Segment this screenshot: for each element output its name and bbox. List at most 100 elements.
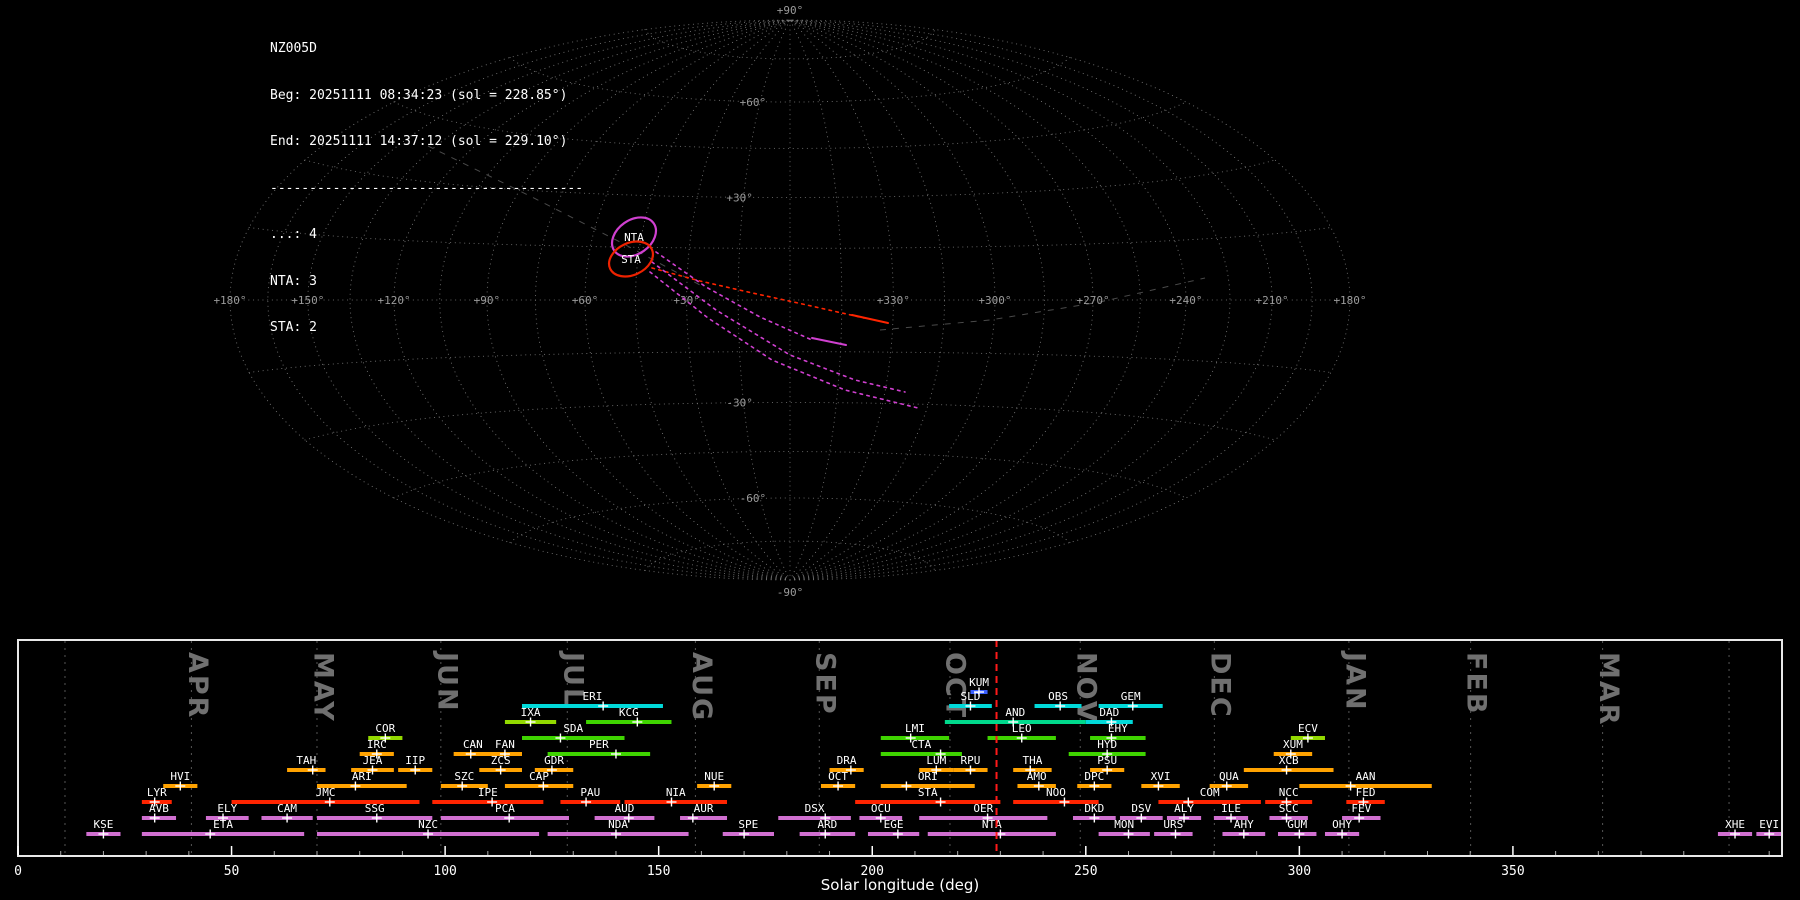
shower-label-NDA: NDA [608,818,628,831]
shower-label-SPE: SPE [738,818,758,831]
shower-label-EHY: EHY [1108,722,1128,735]
shower-label-DSX: DSX [805,802,825,815]
shower-label-ECV: ECV [1298,722,1318,735]
shower-label-ETA: ETA [213,818,233,831]
lat-label: +90° [777,4,804,17]
lon-label: +180° [213,294,246,307]
shower-label-QUA: QUA [1219,770,1239,783]
station-id: NZ005D [270,41,583,57]
shower-label-STA: STA [918,786,938,799]
graticule-meridian [790,20,1312,580]
shower-label-FEV: FEV [1351,802,1371,815]
shower-label-OCU: OCU [871,802,891,815]
shower-label-FED: FED [1356,786,1376,799]
lat-label: -60° [740,492,767,505]
radiant-label-STA: STA [621,253,641,266]
graticule-meridian [790,20,842,580]
meteor-trail-5 [650,272,918,408]
lat-label: +60° [740,96,767,109]
month-label-AUG: AUG [686,652,717,722]
month-label-SEP: SEP [810,652,841,716]
shower-label-COM: COM [1200,786,1220,799]
shower-label-JMC: JMC [316,786,336,799]
shower-label-AND: AND [1005,706,1025,719]
shower-label-OCT: OCT [828,770,848,783]
shower-label-AUD: AUD [615,802,635,815]
meteor-trail-4 [652,262,905,392]
shower-label-DSV: DSV [1131,802,1151,815]
shower-label-DPC: DPC [1084,770,1104,783]
shower-label-ZCS: ZCS [491,754,511,767]
shower-label-IXA: IXA [521,706,541,719]
month-label-DEC: DEC [1204,652,1235,719]
shower-label-LEO: LEO [1012,722,1032,735]
shower-label-OBS: OBS [1048,690,1068,703]
shower-label-CAP: CAP [529,770,549,783]
shower-label-AVB: AVB [149,802,169,815]
shower-label-KCG: KCG [619,706,639,719]
month-label-APR: APR [182,652,213,719]
reference-plane-line [880,278,1205,330]
shower-label-XVI: XVI [1151,770,1171,783]
shower-label-IIP: IIP [405,754,425,767]
shower-label-SDA: SDA [563,722,583,735]
shower-label-PER: PER [589,738,609,751]
shower-label-OHY: OHY [1332,818,1352,831]
month-label-JUN: JUN [431,650,462,713]
shower-label-NZC: NZC [418,818,438,831]
shower-label-DKD: DKD [1084,802,1104,815]
shower-label-NTA: NTA [982,818,1002,831]
shower-label-PAU: PAU [580,786,600,799]
shower-label-DRA: DRA [837,754,857,767]
shower-label-GUM: GUM [1287,818,1307,831]
radiant-map-screen: { "header": { "lines": [ "NZ005D", "Beg:… [0,0,1800,900]
shower-label-SLD: SLD [961,690,981,703]
shower-label-IRC: IRC [367,738,387,751]
shower-label-ARD: ARD [817,818,837,831]
lon-label: +330° [877,294,910,307]
shower-label-CTA: CTA [911,738,931,751]
shower-label-DAD: DAD [1099,706,1119,719]
shower-label-XHE: XHE [1725,818,1745,831]
count-sporadic: ...: 4 [270,227,583,243]
month-label-OCT: OCT [940,652,971,719]
shower-label-COR: COR [375,722,395,735]
shower-label-ELY: ELY [217,802,237,815]
shower-label-URS: URS [1163,818,1183,831]
shower-label-OER: OER [973,802,993,815]
shower-label-THA: THA [1022,754,1042,767]
lon-label: +270° [1077,294,1110,307]
shower-label-CAN: CAN [463,738,483,751]
shower-label-KSE: KSE [93,818,113,831]
shower-label-HYD: HYD [1097,738,1117,751]
shower-label-TAH: TAH [296,754,316,767]
graticule-meridian [636,20,791,580]
month-label-FEB: FEB [1461,652,1492,715]
shower-label-AMO: AMO [1027,770,1047,783]
shower-label-HVI: HVI [170,770,190,783]
lon-label: +30° [673,294,700,307]
shower-label-ARI: ARI [352,770,372,783]
count-sta: STA: 2 [270,320,583,336]
month-label-MAY: MAY [307,652,338,723]
x-axis-title: Solar longitude (deg) [18,876,1782,894]
meteor-trail-3 [812,338,846,345]
meteor-trail-1 [852,315,888,323]
shower-label-SSG: SSG [365,802,385,815]
count-nta: NTA: 3 [270,274,583,290]
month-label-MAR: MAR [1593,652,1624,727]
shower-label-AHY: AHY [1234,818,1254,831]
shower-label-NUE: NUE [704,770,724,783]
shower-label-NOO: NOO [1046,786,1066,799]
shower-label-LUM: LUM [926,754,946,767]
meteor-trail-0 [652,268,864,318]
shower-label-JEA: JEA [363,754,383,767]
shower-label-ILE: ILE [1221,802,1241,815]
shower-label-AUR: AUR [694,802,714,815]
shower-label-GDR: GDR [544,754,564,767]
month-label-NOV: NOV [1071,652,1102,724]
shower-label-LYR: LYR [147,786,167,799]
shower-label-SZC: SZC [454,770,474,783]
shower-label-IPE: IPE [478,786,498,799]
shower-label-ERI: ERI [583,690,603,703]
